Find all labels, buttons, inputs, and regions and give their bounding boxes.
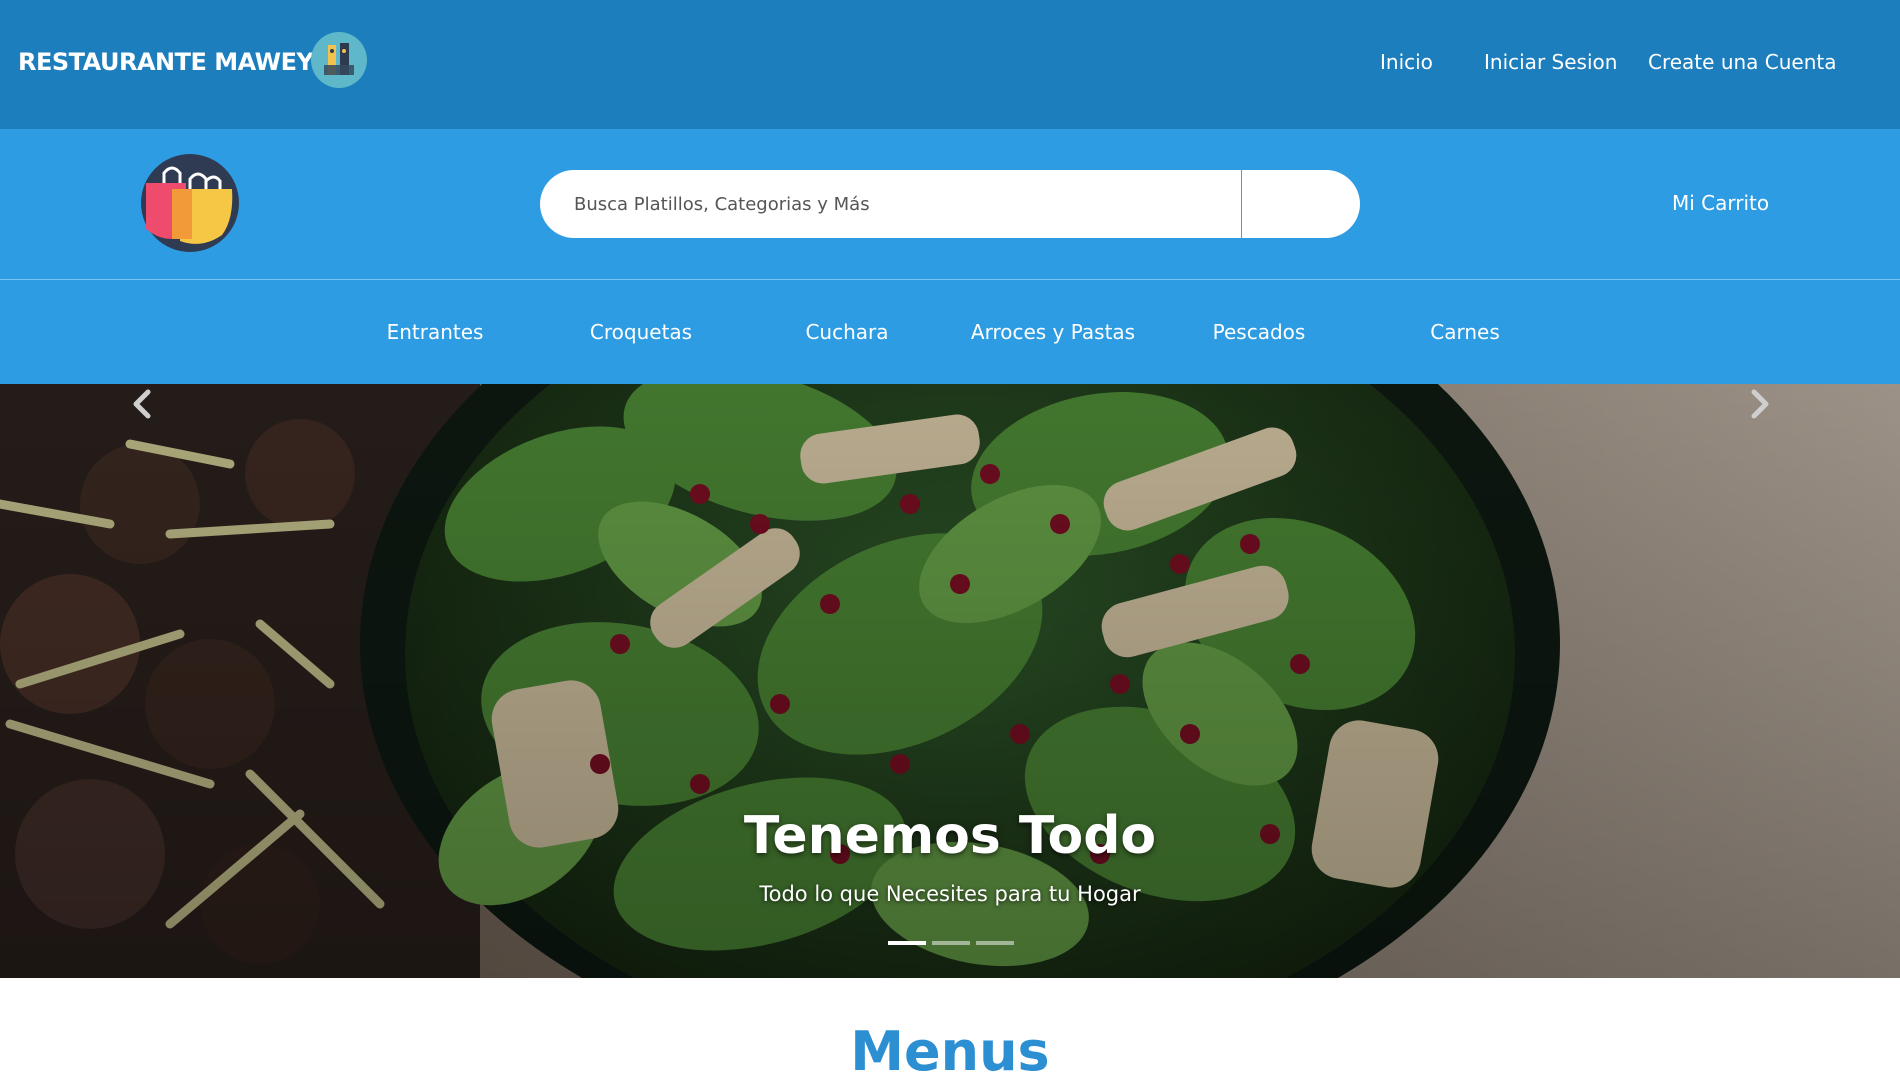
category-pescados[interactable]: Pescados bbox=[1159, 320, 1359, 344]
carousel-indicator-3[interactable] bbox=[976, 941, 1014, 945]
hero-title: Tenemos Todo bbox=[743, 806, 1157, 866]
category-carnes[interactable]: Carnes bbox=[1365, 320, 1565, 344]
top-header: RESTAURANTE MAWEY Inicio Iniciar Sesion … bbox=[0, 0, 1900, 129]
hero-subtitle: Todo lo que Necesites para tu Hogar bbox=[759, 882, 1141, 906]
carousel-indicator-1[interactable] bbox=[888, 941, 926, 945]
nav-link-iniciar-sesion[interactable]: Iniciar Sesion bbox=[1484, 50, 1617, 74]
carousel-indicator-2[interactable] bbox=[932, 941, 970, 945]
brand-name[interactable]: RESTAURANTE MAWEY bbox=[18, 48, 314, 76]
nav-link-create-account[interactable]: Create una Cuenta bbox=[1648, 50, 1837, 74]
carousel-indicators bbox=[888, 941, 1014, 947]
search-bar-row: Mi Carrito bbox=[0, 129, 1900, 280]
carousel-next-icon[interactable] bbox=[1738, 384, 1778, 424]
shopping-bags-logo-icon[interactable] bbox=[140, 153, 240, 253]
category-arroces-pastas[interactable]: Arroces y Pastas bbox=[953, 320, 1153, 344]
search-box bbox=[540, 170, 1360, 238]
search-button[interactable] bbox=[1242, 170, 1360, 238]
cart-link[interactable]: Mi Carrito bbox=[1672, 191, 1769, 215]
section-title-menus: Menus bbox=[850, 1020, 1050, 1083]
category-croquetas[interactable]: Croquetas bbox=[541, 320, 741, 344]
category-entrantes[interactable]: Entrantes bbox=[335, 320, 535, 344]
carousel-prev-icon[interactable] bbox=[124, 384, 164, 424]
category-cuchara[interactable]: Cuchara bbox=[747, 320, 947, 344]
hero-carousel: Tenemos Todo Todo lo que Necesites para … bbox=[0, 384, 1900, 978]
restaurant-logo-icon[interactable] bbox=[310, 31, 368, 89]
category-nav: Entrantes Croquetas Cuchara Arroces y Pa… bbox=[0, 280, 1900, 384]
search-input[interactable] bbox=[540, 170, 1240, 238]
nav-link-inicio[interactable]: Inicio bbox=[1380, 50, 1433, 74]
